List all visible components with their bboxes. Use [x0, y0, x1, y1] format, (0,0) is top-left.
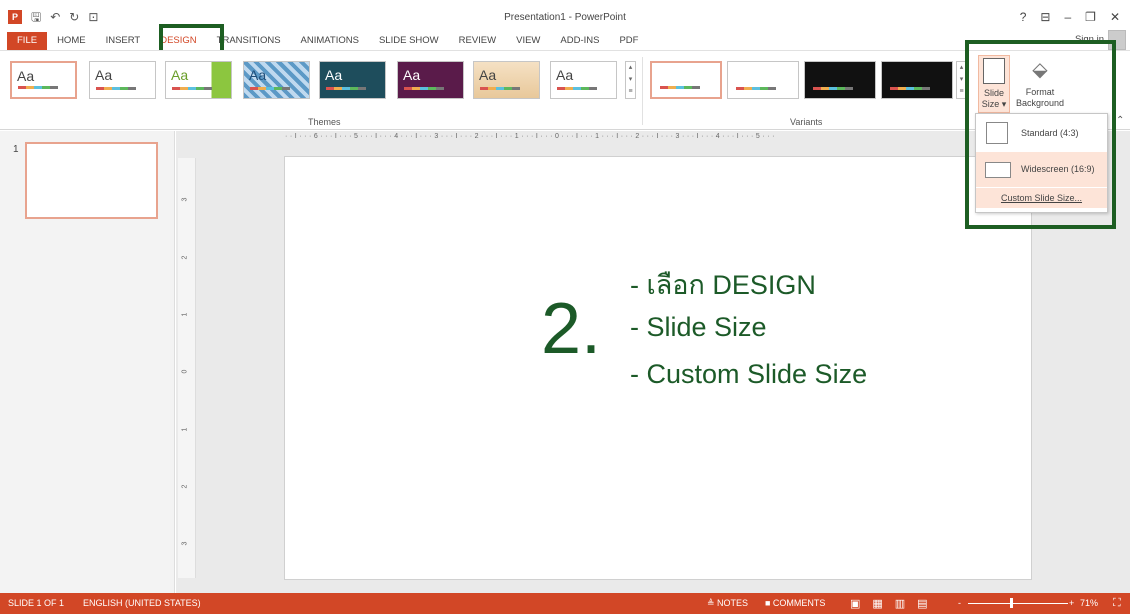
tab-file[interactable]: FILE	[7, 32, 48, 50]
collapse-ribbon-icon[interactable]: ⌃	[1116, 115, 1124, 126]
themes-group-label: Themes	[308, 117, 341, 127]
tab-view[interactable]: VIEW	[506, 32, 550, 50]
tab-home[interactable]: HOME	[47, 32, 96, 50]
zoom-percentage[interactable]: 71%	[1080, 598, 1098, 608]
themes-gallery-scroll[interactable]: ▴ ▾ ≡	[625, 61, 636, 99]
language-indicator[interactable]: ENGLISH (UNITED STATES)	[83, 598, 201, 608]
status-bar: SLIDE 1 OF 1 ENGLISH (UNITED STATES) ≜ N…	[0, 593, 1130, 614]
view-buttons[interactable]: ▣▦▥▤	[850, 597, 940, 610]
zoom-out-button[interactable]: -	[958, 598, 961, 608]
variant-1[interactable]	[650, 61, 722, 99]
zoom-slider[interactable]	[968, 598, 1068, 608]
zoom-slider-knob[interactable]	[1010, 598, 1013, 608]
tab-insert[interactable]: INSERT	[96, 32, 151, 50]
tab-add-ins[interactable]: ADD-INS	[550, 32, 609, 50]
notes-button[interactable]: ≜ NOTES	[707, 598, 748, 609]
variant-4[interactable]	[881, 61, 953, 99]
variants-group-label: Variants	[790, 117, 823, 127]
minimize-button[interactable]: –	[1064, 10, 1071, 24]
theme-office-theme-2[interactable]: Aa	[89, 61, 156, 99]
thumbnail-number: 1	[13, 144, 19, 155]
bullet-custom-slide-size: - Custom Slide Size	[630, 359, 868, 389]
window-title: Presentation1 - PowerPoint	[504, 12, 626, 23]
theme-retrospect[interactable]: Aa	[550, 61, 617, 99]
step-number: 2.	[541, 289, 602, 369]
theme-facet[interactable]: Aa	[165, 61, 232, 99]
restore-button[interactable]: ❐	[1085, 10, 1096, 24]
comments-button[interactable]: ■ COMMENTS	[765, 598, 825, 608]
theme-office[interactable]: Aa	[10, 61, 77, 99]
tab-animations[interactable]: ANIMATIONS	[291, 32, 369, 50]
tab-review[interactable]: REVIEW	[449, 32, 506, 50]
tab-slide-show[interactable]: SLIDE SHOW	[369, 32, 449, 50]
ribbon: Aa Aa Aa Aa Aa Aa Aa Aa ▴ ▾ ≡ ▴ ▾ ≡ Themes V…	[0, 50, 1130, 130]
fit-to-window-icon[interactable]: ⛶	[1113, 597, 1121, 610]
theme-integral[interactable]: Aa	[243, 61, 310, 99]
bullet-design: - เลือก DESIGN	[630, 270, 816, 300]
tab-pdf[interactable]: PDF	[609, 32, 648, 50]
zoom-in-button[interactable]: +	[1069, 598, 1074, 608]
slide-thumbnail[interactable]	[25, 142, 158, 219]
bullet-slide-size: - Slide Size	[630, 312, 767, 342]
help-icon[interactable]: ?	[1020, 10, 1027, 24]
theme-organic[interactable]: Aa	[473, 61, 540, 99]
horizontal-ruler: · · I · · · 6 · · · I · · · 5 · · · I · …	[285, 133, 775, 140]
variant-3[interactable]	[804, 61, 876, 99]
close-button[interactable]: ✕	[1110, 10, 1120, 24]
ribbon-display-icon[interactable]: ⊟	[1040, 10, 1050, 24]
slide-size-highlight	[965, 40, 1116, 229]
slide-counter: SLIDE 1 OF 1	[8, 598, 65, 608]
window-controls: ? ⊟ – ❐ ✕	[1020, 10, 1120, 24]
vertical-ruler: 3210123	[178, 158, 196, 578]
theme-ion[interactable]: Aa	[397, 61, 464, 99]
theme-ion-boardroom[interactable]: Aa	[319, 61, 386, 99]
variant-2[interactable]	[727, 61, 799, 99]
